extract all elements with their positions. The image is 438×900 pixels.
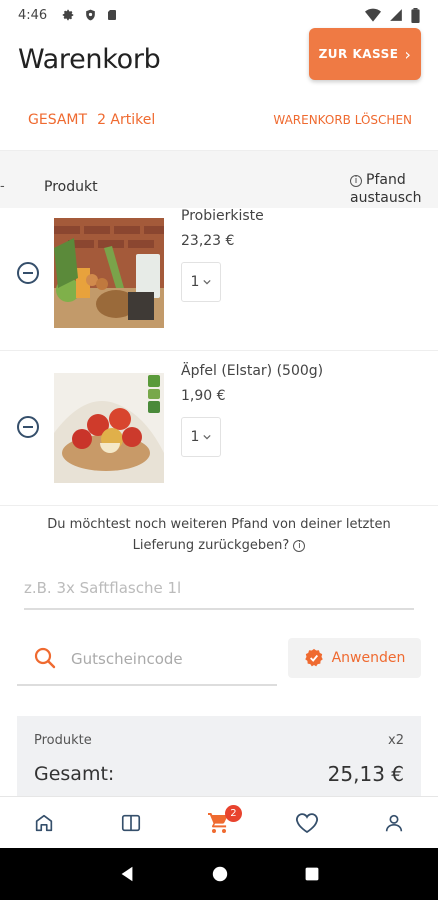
system-navigation-bar xyxy=(0,848,438,900)
page-title: Warenkorb xyxy=(18,44,161,75)
cart-item: Äpfel (Elstar) (500g) 1,90 € 1 xyxy=(0,351,438,506)
column-dash: - xyxy=(0,179,5,194)
status-bar: 4:46 xyxy=(0,0,438,30)
heart-icon xyxy=(295,812,318,833)
product-name[interactable]: Probierkiste xyxy=(181,208,264,224)
cart-items: Probierkiste 23,23 € 1 Äpfel (Elstar) (5… xyxy=(0,208,438,506)
cart-summary: GESAMT 2 Artikel WARENKORB LÖSCHEN xyxy=(28,112,412,128)
total-label: GESAMT xyxy=(28,112,88,128)
clear-cart-button[interactable]: WARENKORB LÖSCHEN xyxy=(273,113,412,127)
table-header: - Produkt i Pfand austausch xyxy=(0,150,438,208)
status-time: 4:46 xyxy=(18,7,48,23)
chevron-right-icon: › xyxy=(404,44,412,64)
info-icon[interactable]: i xyxy=(293,540,306,552)
user-icon xyxy=(386,814,403,831)
cart-item: Probierkiste 23,23 € 1 xyxy=(0,208,438,351)
quantity-select[interactable]: 1 xyxy=(181,417,221,457)
search-icon xyxy=(34,647,56,669)
product-price: 1,90 € xyxy=(181,388,226,404)
checkout-label: ZUR KASSE xyxy=(318,47,399,61)
coupon-field[interactable] xyxy=(17,636,277,686)
battery-icon xyxy=(411,7,420,23)
remove-item-button[interactable] xyxy=(17,416,39,438)
recents-icon[interactable] xyxy=(304,866,320,882)
nav-catalog[interactable] xyxy=(88,797,176,848)
pfand-column-header[interactable]: i Pfand austausch xyxy=(350,171,422,207)
cart-count-badge: 2 xyxy=(224,805,242,822)
products-label: Produkte xyxy=(34,733,92,748)
product-image[interactable] xyxy=(54,373,164,483)
quantity-select[interactable]: 1 xyxy=(181,262,221,302)
chevron-down-icon xyxy=(203,279,212,285)
checkout-button[interactable]: ZUR KASSE › xyxy=(309,28,421,80)
grand-total-label: Gesamt: xyxy=(34,763,115,785)
home-icon xyxy=(35,814,52,831)
header: Warenkorb ZUR KASSE › xyxy=(0,28,438,92)
chevron-down-icon xyxy=(203,434,212,440)
nav-favorites[interactable] xyxy=(263,797,351,848)
back-icon[interactable] xyxy=(118,865,136,883)
verified-badge-icon xyxy=(304,648,323,667)
shield-icon xyxy=(86,9,96,21)
home-circle-icon[interactable] xyxy=(211,865,229,883)
nav-account[interactable] xyxy=(350,797,438,848)
gear-icon xyxy=(62,9,74,21)
apply-coupon-button[interactable]: Anwenden xyxy=(288,638,421,678)
product-price: 23,23 € xyxy=(181,233,235,249)
grand-total-value: 25,13 € xyxy=(327,762,404,786)
remove-item-button[interactable] xyxy=(17,262,39,284)
info-icon: i xyxy=(350,175,362,187)
products-quantity: x2 xyxy=(388,733,404,748)
nav-cart[interactable]: 2 xyxy=(175,797,263,848)
sd-card-icon xyxy=(108,10,117,20)
nav-home[interactable] xyxy=(0,797,88,848)
bottom-navigation: 2 xyxy=(0,796,438,848)
wifi-icon xyxy=(365,8,381,22)
item-count: 2 Artikel xyxy=(97,112,156,128)
pfand-return-input[interactable] xyxy=(24,568,414,610)
book-icon xyxy=(122,814,141,831)
pfand-return-question: Du möchtest noch weiteren Pfand von dein… xyxy=(47,517,391,553)
product-name[interactable]: Äpfel (Elstar) (500g) xyxy=(181,363,323,379)
product-image[interactable] xyxy=(54,218,164,328)
signal-icon xyxy=(390,9,402,21)
coupon-input[interactable] xyxy=(71,644,267,674)
product-column-header: Produkt xyxy=(44,179,98,195)
